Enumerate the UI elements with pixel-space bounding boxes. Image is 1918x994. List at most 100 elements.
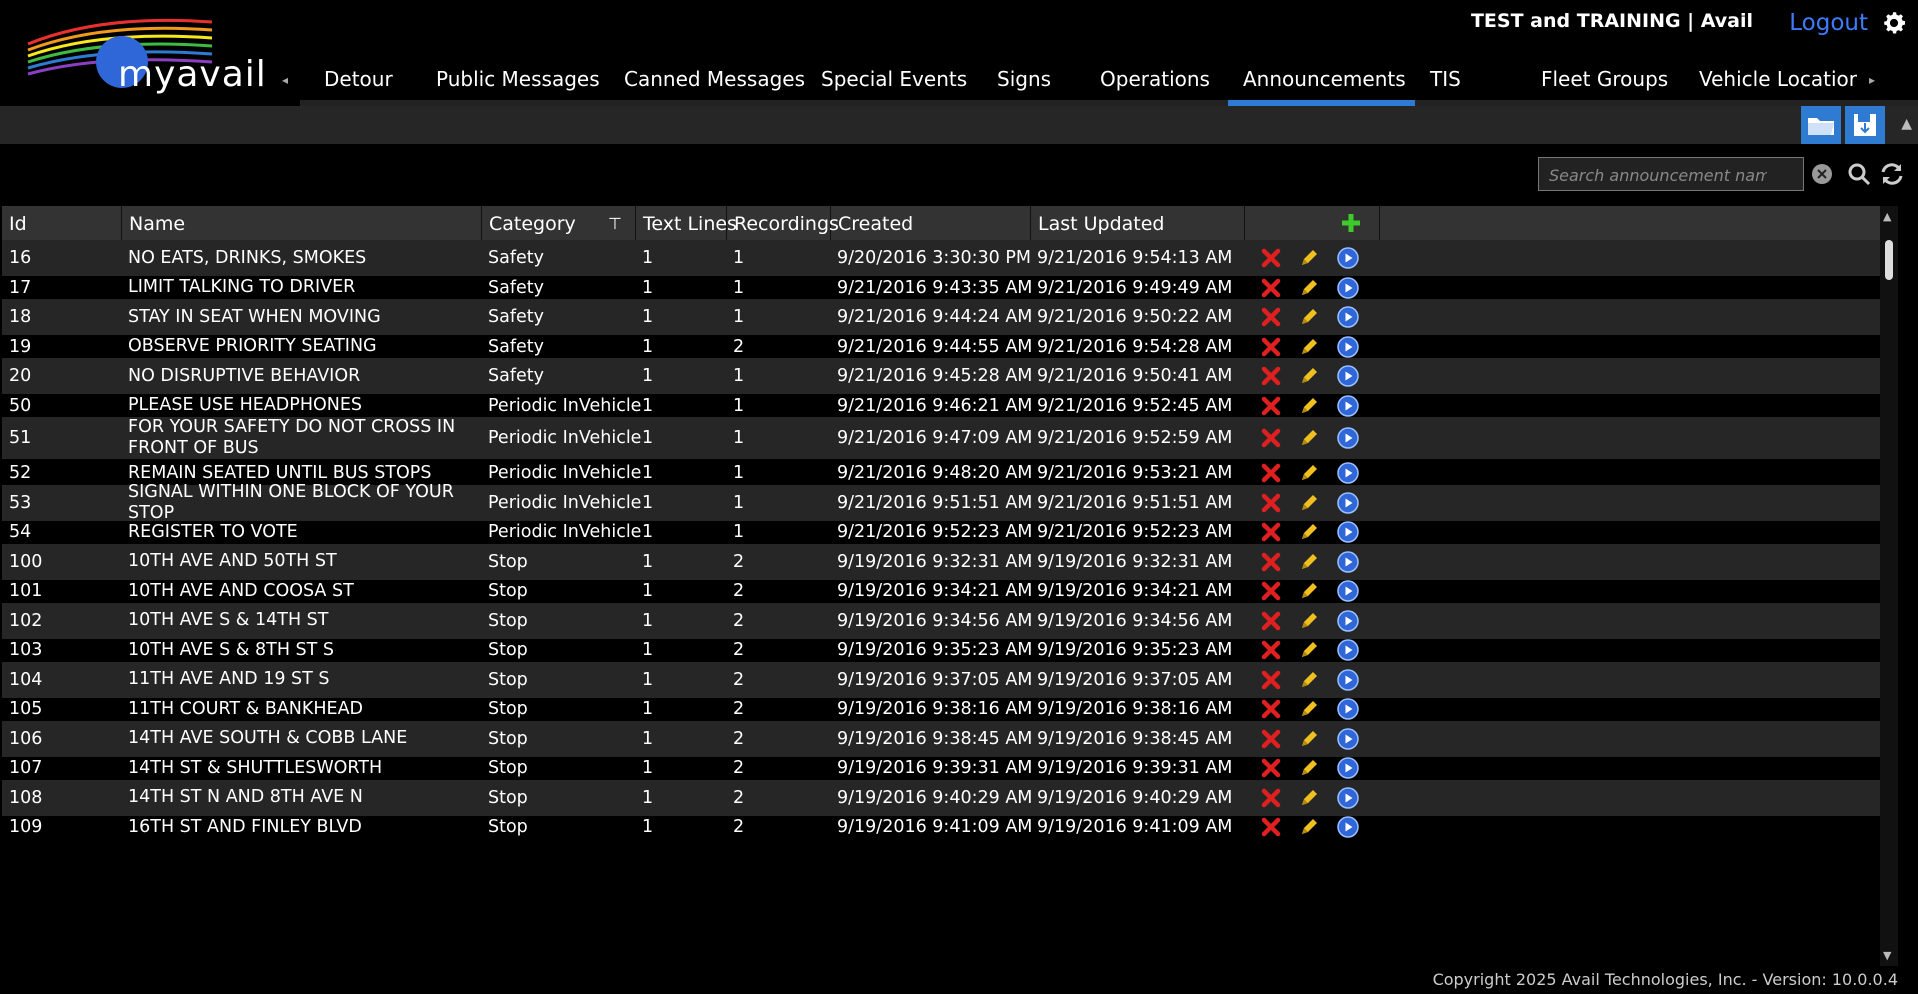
edit-icon[interactable] <box>1297 815 1321 839</box>
tab-detour[interactable]: Detour <box>309 64 421 106</box>
edit-icon[interactable] <box>1297 756 1321 780</box>
search-input[interactable] <box>1547 158 1769 192</box>
tab-special-events[interactable]: Special Events <box>806 64 982 106</box>
play-icon[interactable] <box>1336 668 1360 692</box>
filter-icon[interactable]: ⊤ <box>608 214 622 233</box>
delete-icon[interactable] <box>1259 246 1283 270</box>
play-icon[interactable] <box>1336 638 1360 662</box>
play-icon[interactable] <box>1336 394 1360 418</box>
add-icon[interactable] <box>1340 212 1362 234</box>
play-icon[interactable] <box>1336 786 1360 810</box>
edit-icon[interactable] <box>1297 305 1321 329</box>
edit-icon[interactable] <box>1297 638 1321 662</box>
open-folder-button[interactable] <box>1801 106 1841 144</box>
delete-icon[interactable] <box>1259 697 1283 721</box>
delete-icon[interactable] <box>1259 335 1283 359</box>
column-header-created[interactable]: Created <box>831 206 1031 241</box>
column-header-id[interactable]: Id <box>2 206 122 241</box>
column-header-recordings[interactable]: Recordings <box>727 206 839 241</box>
table-row[interactable]: 109 16TH ST AND FINLEY BLVD Stop 1 2 9/19/201… <box>2 809 1898 845</box>
table-row[interactable]: 51 FOR YOUR SAFETY DO NOT CROSS IN FRONT … <box>2 417 1898 459</box>
table-header: Id Name Category ⊤ Text Lines Recordings… <box>2 206 1898 243</box>
column-header-name[interactable]: Name <box>122 206 482 241</box>
delete-icon[interactable] <box>1259 426 1283 450</box>
delete-icon[interactable] <box>1259 756 1283 780</box>
edit-icon[interactable] <box>1297 335 1321 359</box>
scrollbar-thumb[interactable] <box>1885 240 1893 280</box>
logout-link[interactable]: Logout <box>1789 10 1868 36</box>
play-icon[interactable] <box>1336 550 1360 574</box>
play-icon[interactable] <box>1336 364 1360 388</box>
play-icon[interactable] <box>1336 305 1360 329</box>
column-header-text-lines[interactable]: Text Lines <box>636 206 737 241</box>
delete-icon[interactable] <box>1259 394 1283 418</box>
delete-icon[interactable] <box>1259 305 1283 329</box>
delete-icon[interactable] <box>1259 364 1283 388</box>
play-icon[interactable] <box>1336 697 1360 721</box>
scroll-down-icon[interactable]: ▼ <box>1883 949 1891 962</box>
nav-scroll-left[interactable]: ◂ <box>282 73 288 87</box>
column-header-last-updated[interactable]: Last Updated <box>1031 206 1245 241</box>
delete-icon[interactable] <box>1259 786 1283 810</box>
nav-scroll-right[interactable]: ▸ <box>1869 73 1875 87</box>
delete-icon[interactable] <box>1259 491 1283 515</box>
vertical-scrollbar[interactable]: ▲ ▼ <box>1880 206 1898 966</box>
delete-icon[interactable] <box>1259 609 1283 633</box>
play-icon[interactable] <box>1336 426 1360 450</box>
edit-icon[interactable] <box>1297 461 1321 485</box>
play-icon[interactable] <box>1336 335 1360 359</box>
delete-icon[interactable] <box>1259 461 1283 485</box>
play-icon[interactable] <box>1336 756 1360 780</box>
tab-fleet-groups[interactable]: Fleet Groups <box>1526 64 1684 106</box>
tab-public-messages[interactable]: Public Messages <box>421 64 609 106</box>
save-button[interactable] <box>1845 106 1885 144</box>
delete-icon[interactable] <box>1259 276 1283 300</box>
edit-icon[interactable] <box>1297 727 1321 751</box>
cell-created: 9/21/2016 9:47:09 AM <box>837 428 1033 448</box>
search-icon[interactable] <box>1846 161 1872 187</box>
play-icon[interactable] <box>1336 461 1360 485</box>
edit-icon[interactable] <box>1297 609 1321 633</box>
play-icon[interactable] <box>1336 727 1360 751</box>
edit-icon[interactable] <box>1297 426 1321 450</box>
edit-icon[interactable] <box>1297 276 1321 300</box>
play-icon[interactable] <box>1336 815 1360 839</box>
delete-icon[interactable] <box>1259 520 1283 544</box>
tab-canned-messages[interactable]: Canned Messages <box>609 64 806 106</box>
scroll-up-icon[interactable]: ▲ <box>1883 210 1891 223</box>
play-icon[interactable] <box>1336 609 1360 633</box>
delete-icon[interactable] <box>1259 668 1283 692</box>
gear-icon[interactable] <box>1880 9 1908 37</box>
delete-icon[interactable] <box>1259 579 1283 603</box>
edit-icon[interactable] <box>1297 394 1321 418</box>
play-icon[interactable] <box>1336 579 1360 603</box>
tab-tis[interactable]: TIS <box>1415 64 1526 106</box>
tab-operations[interactable]: Operations <box>1085 64 1228 106</box>
edit-icon[interactable] <box>1297 246 1321 270</box>
edit-icon[interactable] <box>1297 786 1321 810</box>
myavail-logo[interactable]: myavail <box>22 14 266 95</box>
edit-icon[interactable] <box>1297 364 1321 388</box>
tab-vehicle-locator[interactable]: Vehicle Locatior <box>1684 64 1857 106</box>
save-icon <box>1854 114 1876 136</box>
edit-icon[interactable] <box>1297 550 1321 574</box>
refresh-icon[interactable] <box>1879 161 1905 187</box>
tab-signs[interactable]: Signs <box>982 64 1085 106</box>
play-icon[interactable] <box>1336 491 1360 515</box>
edit-icon[interactable] <box>1297 491 1321 515</box>
collapse-arrow-icon[interactable]: ▲ <box>1901 116 1912 132</box>
edit-icon[interactable] <box>1297 579 1321 603</box>
clear-search-icon[interactable] <box>1811 163 1833 185</box>
edit-icon[interactable] <box>1297 697 1321 721</box>
delete-icon[interactable] <box>1259 638 1283 662</box>
tab-announcements[interactable]: Announcements <box>1228 64 1415 106</box>
play-icon[interactable] <box>1336 520 1360 544</box>
delete-icon[interactable] <box>1259 815 1283 839</box>
edit-icon[interactable] <box>1297 520 1321 544</box>
play-icon[interactable] <box>1336 246 1360 270</box>
delete-icon[interactable] <box>1259 550 1283 574</box>
edit-icon[interactable] <box>1297 668 1321 692</box>
play-icon[interactable] <box>1336 276 1360 300</box>
delete-icon[interactable] <box>1259 727 1283 751</box>
cell-last-updated: 9/21/2016 9:52:59 AM <box>1037 428 1233 448</box>
